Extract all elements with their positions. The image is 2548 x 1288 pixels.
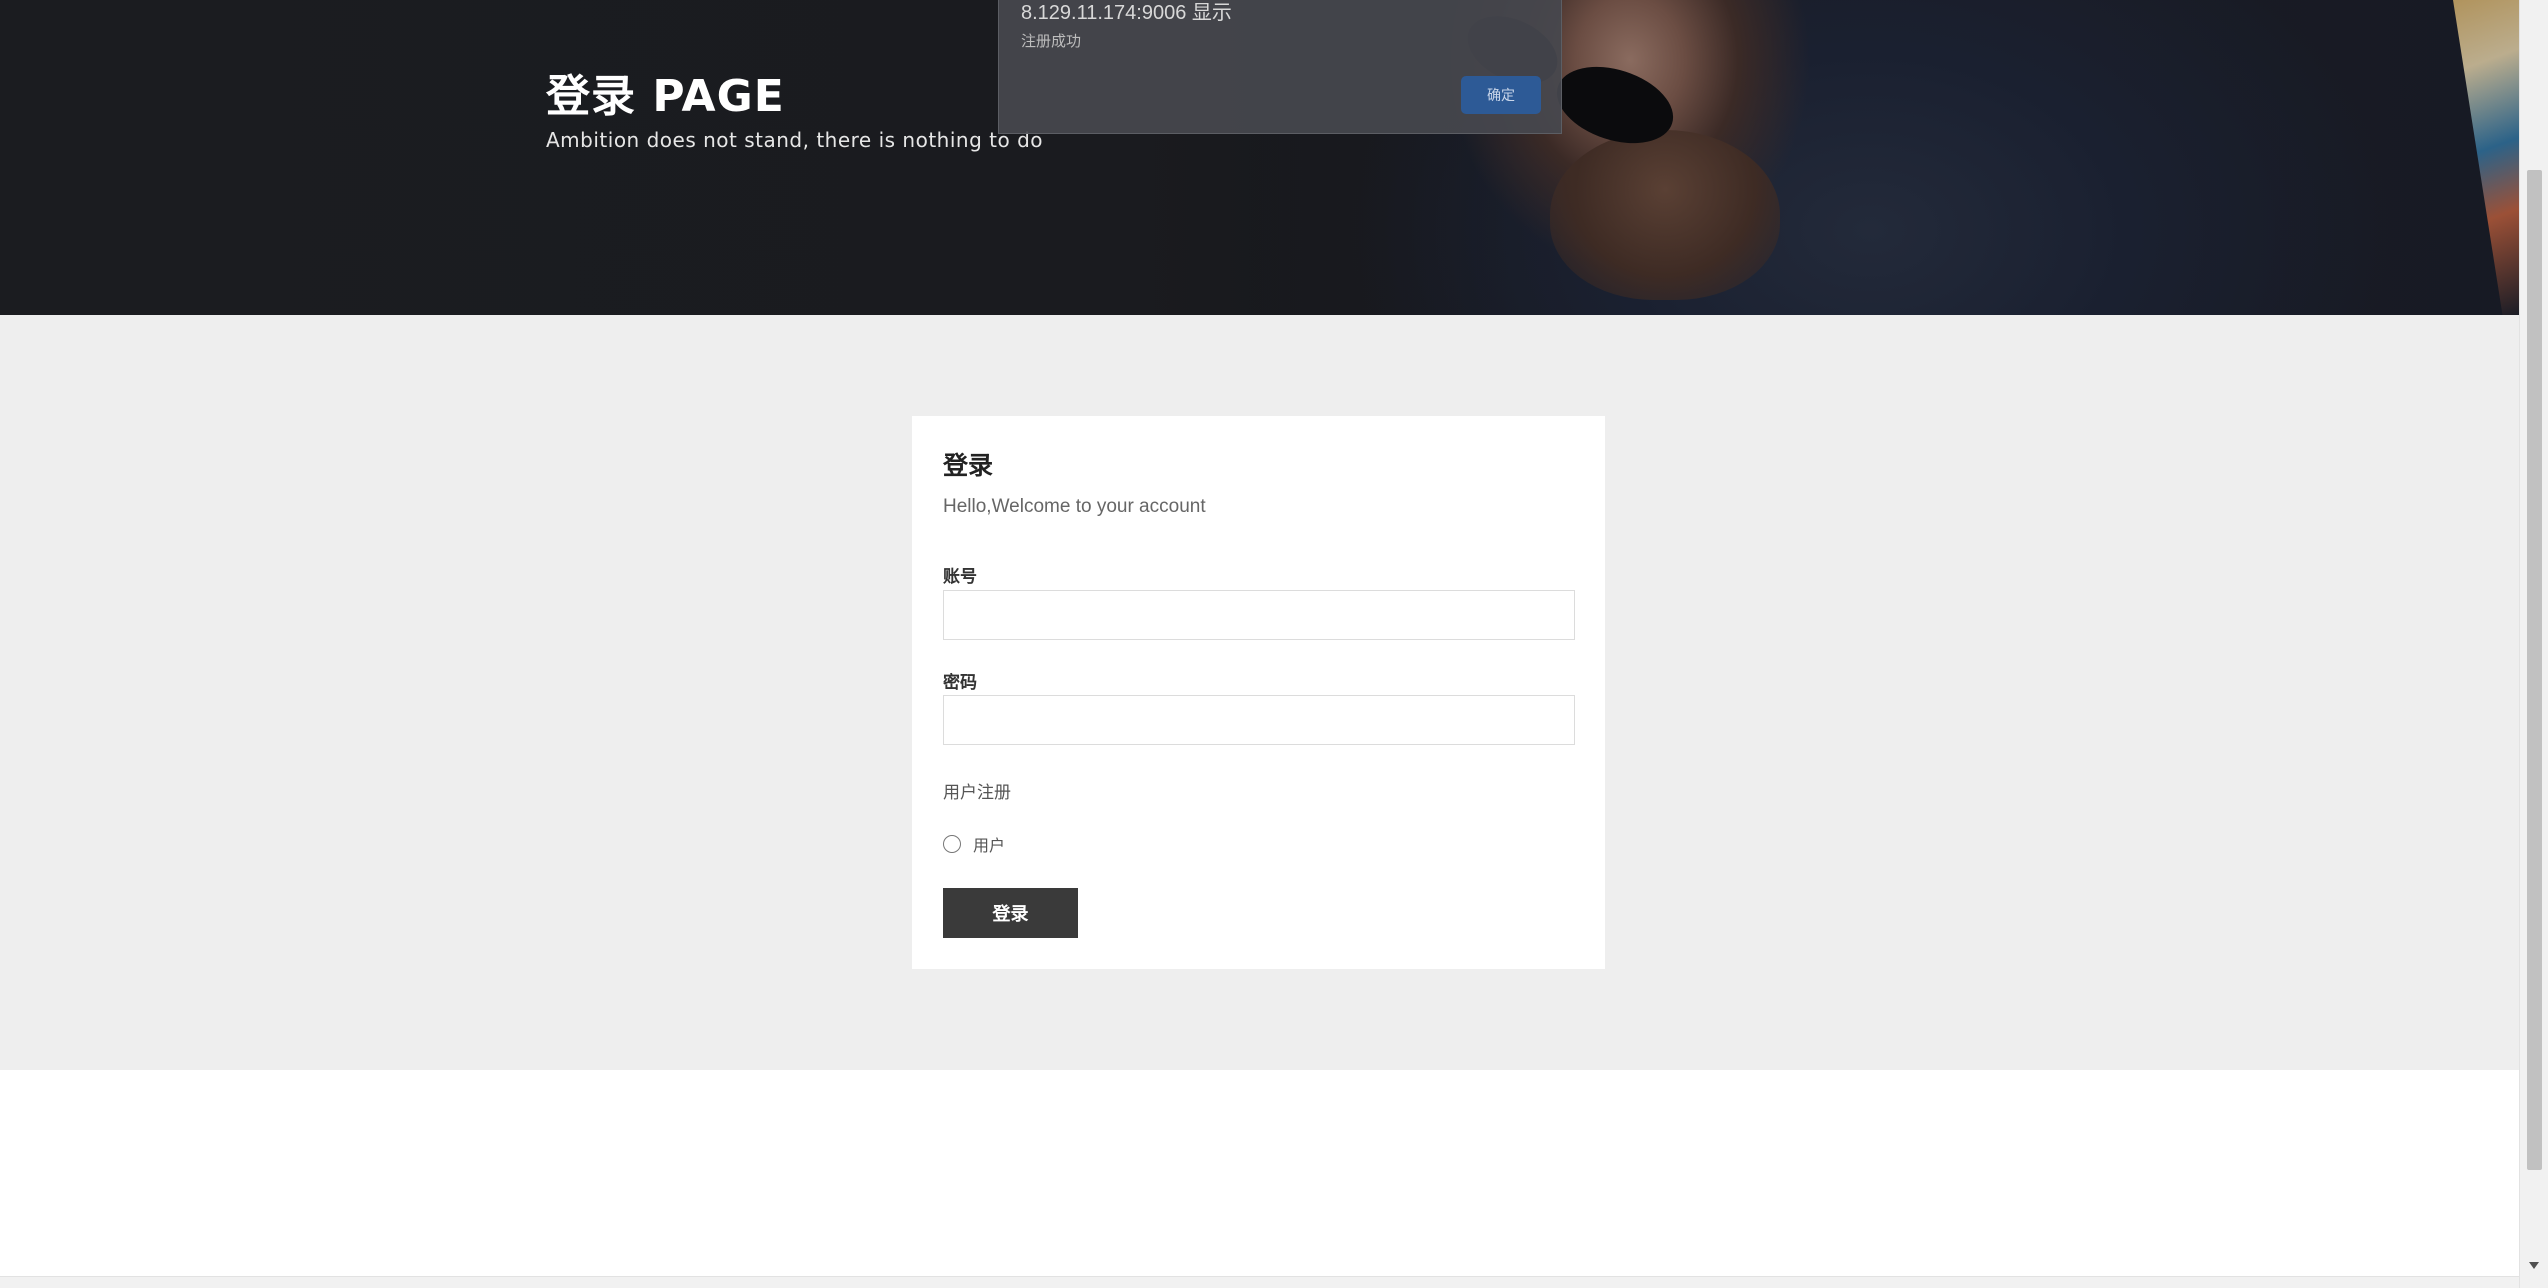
account-label: 账号 bbox=[943, 567, 977, 587]
alert-ok-button[interactable]: 确定 bbox=[1461, 76, 1541, 114]
login-button[interactable]: 登录 bbox=[943, 888, 1078, 938]
photo-beard bbox=[1550, 130, 1780, 300]
vertical-scrollbar[interactable] bbox=[2519, 0, 2548, 1288]
scroll-down-arrow-icon[interactable] bbox=[2529, 1262, 2539, 1269]
page-title: 登录 PAGE bbox=[546, 71, 785, 122]
alert-dialog: 8.129.11.174:9006 显示 注册成功 确定 bbox=[998, 0, 1562, 134]
login-card: 登录 Hello,Welcome to your account 账号 密码 用… bbox=[912, 416, 1605, 969]
role-section-label: 用户注册 bbox=[943, 783, 1011, 803]
login-title: 登录 bbox=[943, 451, 994, 480]
page-footer bbox=[0, 1070, 2519, 1276]
password-label: 密码 bbox=[943, 673, 977, 693]
account-input[interactable] bbox=[943, 590, 1575, 640]
password-input[interactable] bbox=[943, 695, 1575, 745]
user-radio-label: 用户 bbox=[973, 836, 1006, 855]
user-radio-button[interactable] bbox=[943, 835, 961, 853]
page-tagline: Ambition does not stand, there is nothin… bbox=[546, 128, 1043, 152]
alert-origin: 8.129.11.174:9006 显示 bbox=[1021, 2, 1232, 24]
scrollbar-thumb[interactable] bbox=[2527, 170, 2542, 1170]
alert-message: 注册成功 bbox=[1021, 33, 1082, 50]
photo-artwork bbox=[2453, 0, 2519, 315]
role-option-user[interactable]: 用户 bbox=[943, 832, 1005, 856]
horizontal-scrollbar[interactable] bbox=[0, 1276, 2519, 1288]
login-welcome-text: Hello,Welcome to your account bbox=[943, 496, 1206, 517]
